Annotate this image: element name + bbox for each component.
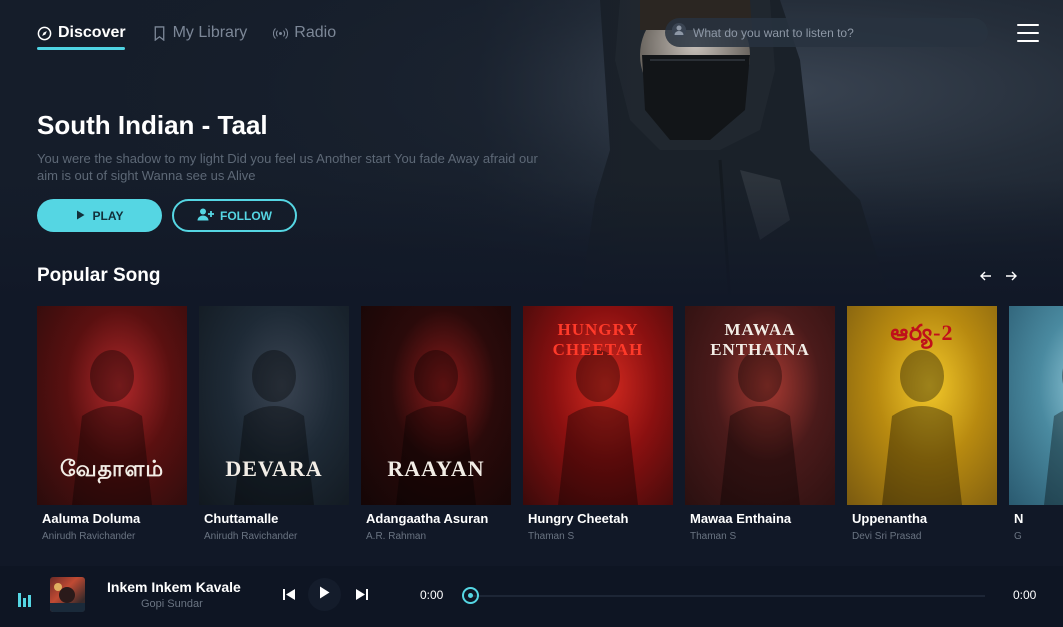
song-cover-image: வேதாளம் (37, 306, 187, 505)
song-card[interactable]: வேதாளம் Aaluma Doluma Anirudh Ravichander (37, 306, 187, 542)
song-cover-image: RAAYAN (361, 306, 511, 505)
cover-title-text: MAWAA ENTHAINA (710, 320, 810, 359)
song-artist: G (1014, 531, 1022, 542)
cover-title-text: ఆర్య-2 (890, 320, 954, 345)
nav-label: Radio (294, 24, 337, 41)
song-cover-image: DEVARA (199, 306, 349, 505)
song-card[interactable]: ఆర్య-2 Uppenantha Devi Sri Prasad (847, 306, 997, 542)
hero-title: South Indian - Taal (37, 110, 268, 140)
progress-track[interactable] (470, 595, 985, 597)
song-card[interactable]: NG (1009, 306, 1063, 542)
arrow-right-icon[interactable] (1003, 268, 1019, 284)
nav-my-library[interactable]: My Library (152, 20, 248, 46)
section-title: Popular Song (37, 265, 161, 286)
progress-knob[interactable] (462, 587, 479, 604)
song-artist: Thaman S (690, 531, 737, 542)
follow-button[interactable]: FOLLOW (172, 199, 297, 232)
cover-title-text: வேதாளம் (59, 456, 165, 481)
song-title: Adangaatha Asuran (366, 511, 489, 526)
song-card[interactable]: DEVARA Chuttamalle Anirudh Ravichander (199, 306, 349, 542)
top-nav: Discover My Library Radio (37, 20, 336, 46)
song-title: N (1014, 511, 1024, 526)
user-avatar-icon (671, 22, 687, 43)
follow-label: FOLLOW (220, 208, 272, 223)
song-card[interactable]: RAAYAN Adangaatha Asuran A.R. Rahman (361, 306, 511, 542)
next-track-icon[interactable] (353, 584, 371, 604)
player-bar: Inkem Inkem Kavale Gopi Sundar 0:00 0:00 (0, 566, 1063, 627)
song-artist: A.R. Rahman (366, 531, 427, 542)
bookmark-icon (152, 25, 167, 41)
play-icon (319, 586, 330, 604)
nav-label: My Library (172, 24, 248, 41)
nav-label: Discover (58, 24, 126, 41)
play-icon (76, 209, 85, 223)
now-playing-cover (50, 577, 85, 612)
song-title: Mawaa Enthaina (690, 511, 792, 526)
hamburger-menu-icon[interactable] (1017, 24, 1039, 42)
song-artist: Anirudh Ravichander (204, 531, 298, 542)
nav-discover[interactable]: Discover (37, 20, 126, 46)
song-cover-image: HUNGRY CHEETAH (523, 306, 673, 505)
total-time: 0:00 (1013, 588, 1037, 602)
compass-icon (37, 26, 52, 41)
popular-song-list: வேதாளம் Aaluma Doluma Anirudh Ravichander D… (37, 306, 1063, 551)
song-title: Aaluma Doluma (42, 511, 141, 526)
search-input[interactable] (693, 25, 973, 40)
song-card[interactable]: HUNGRY CHEETAH Hungry Cheetah Thaman S (523, 306, 673, 542)
nav-radio[interactable]: Radio (273, 20, 336, 46)
play-label: PLAY (92, 208, 124, 223)
song-artist: Thaman S (528, 531, 575, 542)
song-artist: Devi Sri Prasad (852, 531, 922, 542)
now-playing-artist: Gopi Sundar (141, 598, 203, 610)
previous-track-icon[interactable] (280, 584, 298, 604)
hero-description: You were the shadow to my light Did you … (37, 151, 538, 183)
song-cover-image (1009, 306, 1063, 505)
arrow-left-icon[interactable] (978, 268, 994, 284)
song-title: Uppenantha (852, 511, 928, 526)
add-user-icon (197, 208, 214, 224)
song-cover-image: MAWAA ENTHAINA (685, 306, 835, 505)
equalizer-icon (18, 593, 31, 607)
player-play-button[interactable] (308, 578, 341, 611)
song-card[interactable]: MAWAA ENTHAINA Mawaa Enthaina Thaman S (685, 306, 835, 542)
now-playing-title: Inkem Inkem Kavale (107, 579, 241, 595)
search-bar[interactable] (665, 18, 988, 47)
cover-title-text: DEVARA (225, 456, 323, 481)
play-button[interactable]: PLAY (37, 199, 162, 232)
cover-title-text: HUNGRY CHEETAH (552, 320, 644, 359)
song-artist: Anirudh Ravichander (42, 531, 136, 542)
song-title: Chuttamalle (204, 511, 279, 526)
song-title: Hungry Cheetah (528, 511, 629, 526)
nav-active-indicator (37, 47, 125, 50)
song-cover-image: ఆర్య-2 (847, 306, 997, 505)
broadcast-icon (273, 26, 289, 41)
current-time: 0:00 (420, 588, 444, 602)
cover-title-text: RAAYAN (387, 456, 485, 481)
